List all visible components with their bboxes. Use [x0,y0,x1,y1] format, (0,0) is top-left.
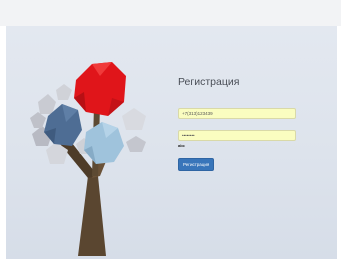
foliage-grey-5 [126,136,146,152]
abc-link[interactable]: abc [178,143,308,148]
low-poly-tree-illustration [30,62,146,256]
register-button[interactable]: Регистрация [178,158,215,171]
foliage-grey-7 [30,112,46,128]
foliage-grey-4 [122,108,146,130]
page-title: Регистрация [178,76,240,88]
top-bar [0,0,341,26]
tree-trunk [78,176,106,256]
registration-form: Регистрация abc Регистрация [178,76,308,171]
foliage-grey-1 [38,94,56,114]
phone-input[interactable] [178,108,296,119]
password-input[interactable] [178,130,296,141]
foliage-grey-6 [56,84,72,100]
registration-panel: Регистрация abc Регистрация [6,26,337,259]
